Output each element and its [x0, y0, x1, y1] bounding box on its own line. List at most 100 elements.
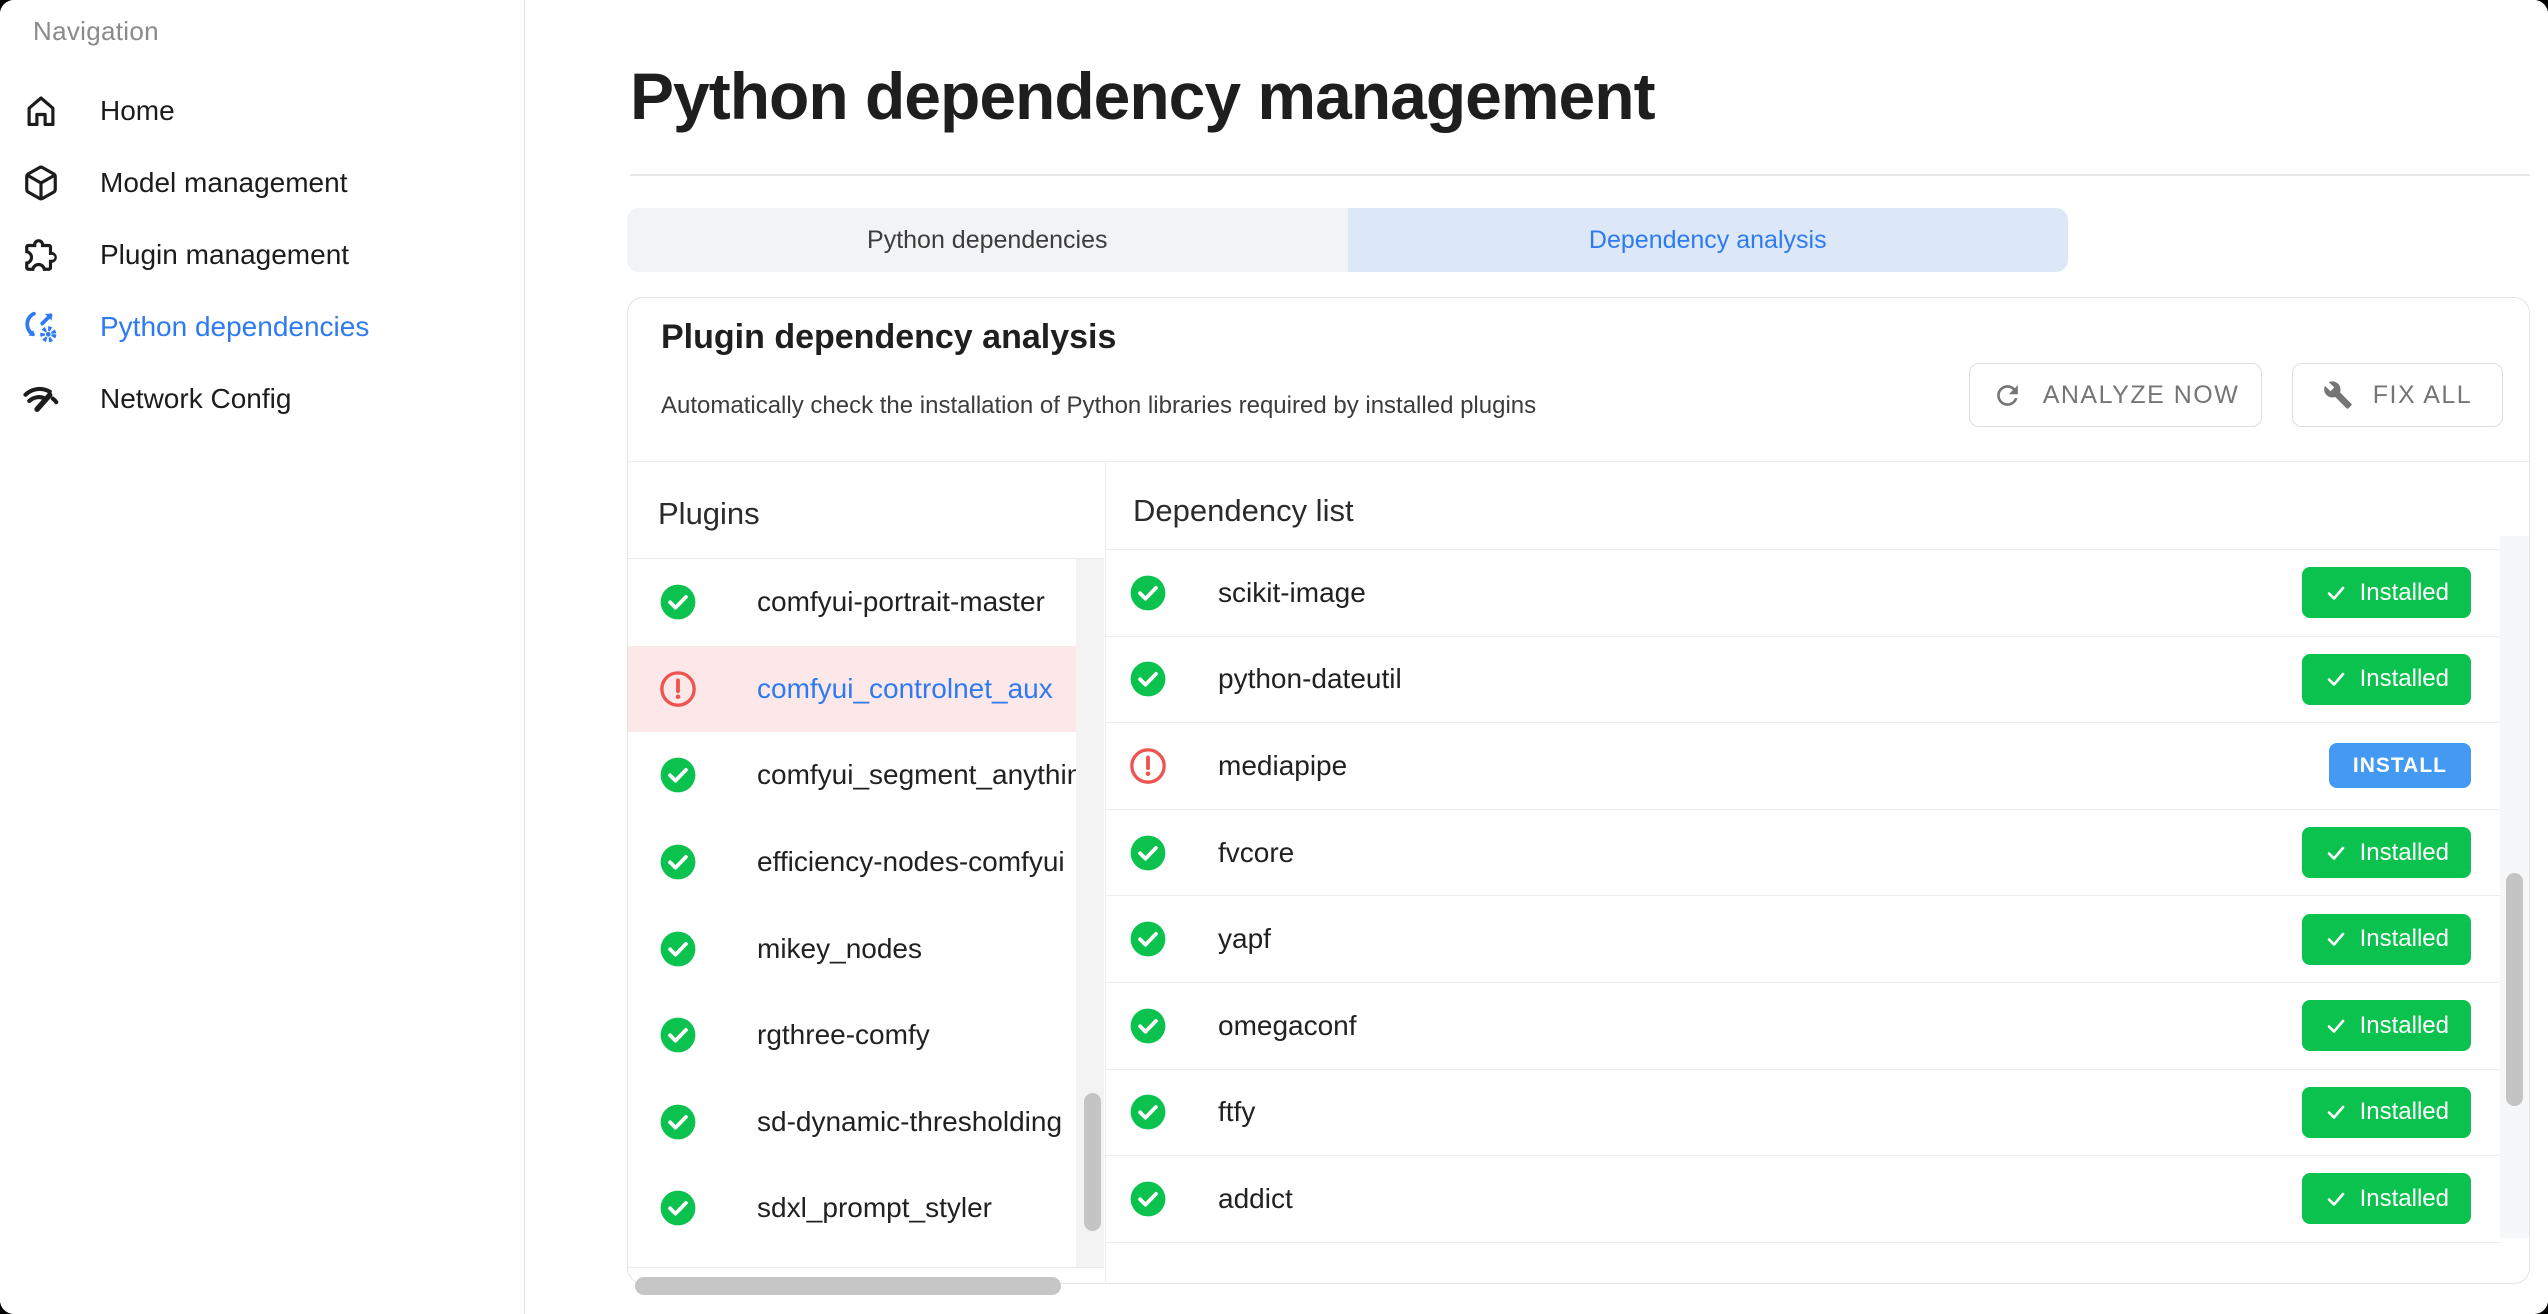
wrench-icon — [2323, 380, 2353, 410]
card-title: Plugin dependency analysis — [661, 318, 1116, 357]
dependency-name: python-dateutil — [1218, 663, 1402, 695]
installed-label: Installed — [2360, 579, 2449, 607]
installed-badge: Installed — [2302, 567, 2471, 618]
dependency-row: omegaconf Installed — [1106, 983, 2501, 1070]
plugins-heading: Plugins — [658, 496, 760, 532]
sidebar-nav-list: Home Model management Plugin management … — [0, 75, 523, 435]
plugin-row[interactable]: rgthree-comfy — [628, 992, 1076, 1079]
plugin-row[interactable]: comfyui-portrait-master — [628, 559, 1076, 646]
plugin-name: comfyui-portrait-master — [757, 586, 1045, 618]
plugin-row[interactable]: sdxl_prompt_styler — [628, 1165, 1076, 1252]
plugin-row-selected[interactable]: comfyui_controlnet_aux — [628, 646, 1076, 733]
sidebar-item-label: Model management — [100, 167, 347, 199]
error-circle-icon — [659, 670, 697, 708]
plugin-name: efficiency-nodes-comfyui — [757, 846, 1065, 878]
plugin-name: comfyui_controlnet_aux — [757, 673, 1053, 705]
installed-label: Installed — [2360, 1098, 2449, 1126]
check-circle-icon — [1129, 1093, 1167, 1131]
cube-icon — [22, 164, 60, 202]
plugins-list: comfyui-portrait-master comfyui_controln… — [628, 558, 1104, 1268]
dependency-analysis-card: Plugin dependency analysis Automatically… — [627, 297, 2530, 1284]
dependency-row: python-dateutil Installed — [1106, 637, 2501, 724]
sync-gear-icon — [22, 308, 60, 346]
sidebar-item-label: Plugin management — [100, 239, 349, 271]
check-icon — [2324, 667, 2348, 691]
dependency-name: yapf — [1218, 923, 1271, 955]
check-circle-icon — [1129, 574, 1167, 612]
dependency-name: ftfy — [1218, 1096, 1255, 1128]
plugin-row[interactable]: comfyui_segment_anything — [628, 732, 1076, 819]
analyze-now-label: ANALYZE NOW — [2043, 381, 2240, 410]
sidebar-item-network-config[interactable]: Network Config — [0, 363, 523, 435]
check-icon — [2324, 581, 2348, 605]
installed-label: Installed — [2360, 839, 2449, 867]
check-icon — [2324, 1100, 2348, 1124]
tab-bar: Python dependencies Dependency analysis — [627, 208, 2068, 272]
sidebar-title: Navigation — [33, 16, 159, 47]
check-icon — [2324, 1014, 2348, 1038]
dependency-list-heading: Dependency list — [1133, 493, 1354, 529]
installed-badge: Installed — [2302, 1173, 2471, 1224]
plugin-name: mikey_nodes — [757, 933, 922, 965]
page-title: Python dependency management — [630, 58, 1655, 134]
plugin-row[interactable]: efficiency-nodes-comfyui — [628, 819, 1076, 906]
check-circle-icon — [1129, 920, 1167, 958]
installed-badge: Installed — [2302, 914, 2471, 965]
analyze-now-button[interactable]: ANALYZE NOW — [1969, 363, 2262, 427]
check-circle-icon — [659, 1189, 697, 1227]
dependency-row: ftfy Installed — [1106, 1070, 2501, 1157]
error-circle-icon — [1129, 747, 1167, 785]
sidebar-item-plugin-management[interactable]: Plugin management — [0, 219, 523, 291]
plugin-row[interactable]: mikey_nodes — [628, 905, 1076, 992]
check-circle-icon — [659, 583, 697, 621]
check-circle-icon — [1129, 1007, 1167, 1045]
app-window: Navigation Home Model management Plugin … — [0, 0, 2548, 1314]
fix-all-button[interactable]: FIX ALL — [2292, 363, 2503, 427]
title-divider — [630, 174, 2530, 176]
sidebar-item-python-dependencies[interactable]: Python dependencies — [0, 291, 523, 363]
installed-badge: Installed — [2302, 654, 2471, 705]
tab-dependency-analysis[interactable]: Dependency analysis — [1348, 208, 2069, 272]
card-header-divider — [628, 461, 2529, 462]
check-circle-icon — [659, 1103, 697, 1141]
install-button[interactable]: INSTALL — [2329, 743, 2471, 788]
check-circle-icon — [659, 1016, 697, 1054]
check-circle-icon — [659, 930, 697, 968]
card-subtitle: Automatically check the installation of … — [661, 392, 1536, 420]
sidebar-item-label: Python dependencies — [100, 311, 369, 343]
installed-label: Installed — [2360, 665, 2449, 693]
plugin-name: sd-dynamic-thresholding — [757, 1106, 1062, 1138]
sidebar-item-label: Network Config — [100, 383, 291, 415]
check-circle-icon — [1129, 660, 1167, 698]
tab-python-dependencies[interactable]: Python dependencies — [627, 208, 1348, 272]
sidebar-item-home[interactable]: Home — [0, 75, 523, 147]
dependency-row: yapf Installed — [1106, 896, 2501, 983]
dependency-list: scikit-image Installed python-dateutil I… — [1106, 549, 2501, 1243]
dependency-name: mediapipe — [1218, 750, 1347, 782]
dependency-scrollbar-thumb[interactable] — [2506, 873, 2523, 1106]
check-icon — [2324, 841, 2348, 865]
sidebar-item-model-management[interactable]: Model management — [0, 147, 523, 219]
dependency-name: omegaconf — [1218, 1010, 1357, 1042]
plugin-name: comfyui_segment_anything — [757, 759, 1098, 791]
plugins-vertical-scrollbar-thumb[interactable] — [1084, 1093, 1101, 1231]
check-circle-icon — [659, 756, 697, 794]
installed-badge: Installed — [2302, 1000, 2471, 1051]
check-circle-icon — [1129, 834, 1167, 872]
dependency-row: scikit-image Installed — [1106, 550, 2501, 637]
dependency-row: fvcore Installed — [1106, 810, 2501, 897]
puzzle-icon — [22, 236, 60, 274]
installed-label: Installed — [2360, 1185, 2449, 1213]
installed-label: Installed — [2360, 925, 2449, 953]
sidebar-item-label: Home — [100, 95, 175, 127]
check-circle-icon — [1129, 1180, 1167, 1218]
plugin-row[interactable]: sd-dynamic-thresholding — [628, 1079, 1076, 1166]
check-icon — [2324, 927, 2348, 951]
refresh-icon — [1992, 380, 2023, 411]
plugins-horizontal-scrollbar-thumb[interactable] — [635, 1277, 1061, 1295]
main-content: Python dependency management Python depe… — [526, 0, 2548, 1314]
plugin-name: rgthree-comfy — [757, 1019, 930, 1051]
installed-badge: Installed — [2302, 827, 2471, 878]
dependency-scrollbar-track[interactable] — [2500, 536, 2529, 1238]
dependency-name: addict — [1218, 1183, 1293, 1215]
